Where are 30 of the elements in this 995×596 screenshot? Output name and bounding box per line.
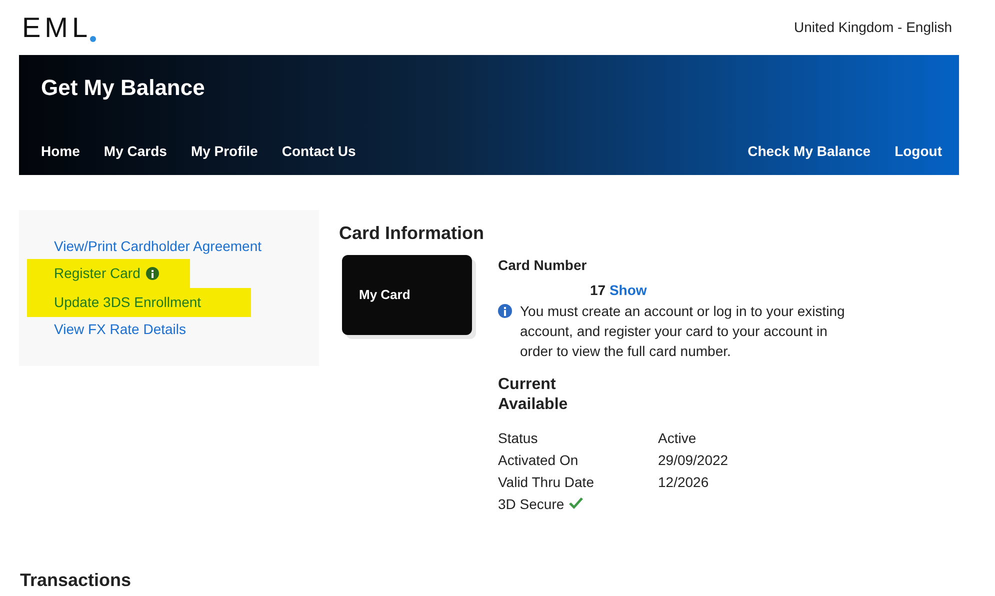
card-number-label: Card Number: [498, 256, 588, 275]
detail-value: 29/09/2022: [658, 452, 728, 468]
nav-link[interactable]: Logout: [894, 141, 942, 162]
section-heading: Card Information: [339, 222, 486, 245]
card-label: My Card: [359, 286, 410, 304]
locale-selector[interactable]: United Kingdom - English: [794, 17, 952, 38]
detail-label: Status: [498, 430, 538, 446]
sidebar-link[interactable]: View/Print Cardholder Agreement: [54, 234, 262, 259]
info-icon: [498, 304, 512, 318]
detail-value: 12/2026: [658, 474, 709, 490]
logo: EML: [22, 14, 92, 42]
card-number: 17: [590, 282, 606, 298]
detail-label: Valid Thru Date: [498, 474, 594, 490]
nav-link[interactable]: Contact Us: [282, 141, 356, 162]
detail-value: Active: [658, 430, 696, 446]
nav-link[interactable]: My Cards: [104, 141, 167, 162]
nav-link[interactable]: Home: [41, 141, 80, 162]
sidebar-link[interactable]: Update 3DS Enrollment: [27, 288, 252, 317]
nav-link[interactable]: Check My Balance: [748, 141, 871, 162]
show-link[interactable]: Show: [609, 282, 647, 298]
site-title: Get My Balance: [41, 74, 206, 102]
notice-text: You must create an account or log in to your existing account, and register your card to your account in order to view the full card number.: [520, 302, 846, 361]
section-heading: Transactions: [20, 569, 132, 592]
sidebar-link[interactable]: View FX Rate Details: [54, 317, 186, 342]
balance-heading: Current Available: [498, 375, 569, 415]
detail-label: 3D Secure: [498, 496, 564, 512]
detail-label: Activated On: [498, 452, 578, 468]
sidebar-link[interactable]: Register Card: [27, 259, 190, 288]
logo-dot-icon: [90, 36, 96, 42]
nav-link[interactable]: My Profile: [190, 141, 258, 162]
